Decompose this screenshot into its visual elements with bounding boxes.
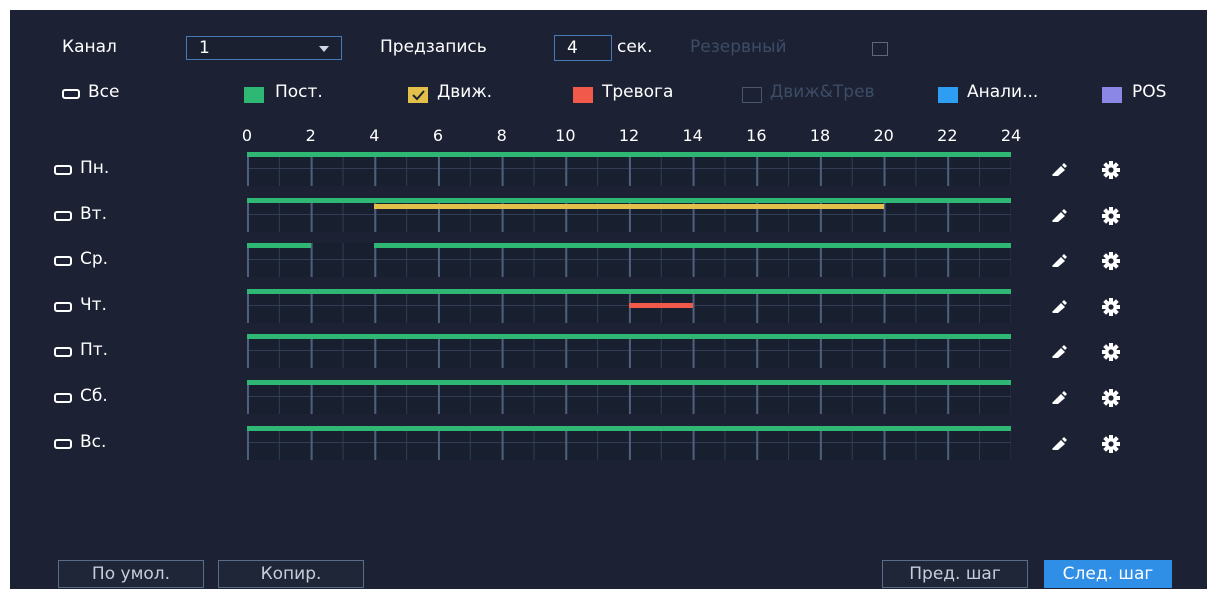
schedule-segment (247, 152, 1011, 157)
axis-tick-label: 24 (1000, 126, 1022, 145)
prev-step-button[interactable]: Пред. шаг (882, 560, 1028, 588)
day-timeline[interactable] (247, 380, 1011, 414)
day-label: Ср. (80, 249, 109, 269)
legend-swatch-motion-alarm[interactable] (742, 87, 762, 103)
prerecord-label: Предзапись (380, 37, 487, 57)
default-button[interactable]: По умол. (58, 560, 204, 588)
schedule-panel: Канал 1 Предзапись 4 сек. Резервный Все … (10, 10, 1207, 589)
day-label: Пн. (80, 158, 110, 178)
gear-icon[interactable] (1101, 251, 1121, 275)
select-all-checkbox[interactable] (62, 89, 80, 99)
day-timeline[interactable] (247, 334, 1011, 368)
axis-tick-label: 20 (873, 126, 894, 145)
chevron-down-icon (319, 46, 329, 52)
day-timeline[interactable] (247, 198, 1011, 232)
day-label: Сб. (80, 386, 108, 406)
legend-label-motion: Движ. (437, 82, 493, 102)
axis-tick-label: 0 (241, 126, 253, 145)
reserve-label: Резервный (690, 37, 787, 57)
axis-tick-label: 14 (682, 126, 703, 145)
prerecord-unit: сек. (617, 37, 653, 57)
axis-tick-label: 10 (555, 126, 576, 145)
axis-tick-label: 12 (618, 126, 640, 145)
reserve-checkbox[interactable] (872, 42, 888, 56)
legend-swatch-constant[interactable] (244, 87, 264, 103)
axis-tick-label: 6 (432, 126, 444, 145)
schedule-segment (374, 204, 884, 209)
eraser-icon[interactable] (1050, 390, 1068, 410)
eraser-icon[interactable] (1050, 344, 1068, 364)
next-step-button[interactable]: След. шаг (1044, 560, 1172, 588)
checkmark-icon (412, 90, 425, 101)
day-label: Пт. (80, 340, 109, 360)
legend-label-constant: Пост. (275, 82, 323, 102)
gear-icon[interactable] (1101, 297, 1121, 321)
axis-tick-label: 22 (937, 126, 958, 145)
axis-tick-label: 8 (496, 126, 507, 145)
day-label: Вс. (80, 432, 107, 452)
legend-swatch-alarm[interactable] (573, 87, 593, 103)
day-checkbox[interactable] (54, 211, 72, 221)
gear-icon[interactable] (1101, 160, 1121, 184)
schedule-segment (629, 303, 693, 308)
day-label: Вт. (80, 204, 107, 224)
schedule-segment (247, 198, 1011, 203)
day-label: Чт. (80, 295, 107, 315)
legend-swatch-pos[interactable] (1102, 87, 1122, 103)
schedule-segment (247, 380, 1011, 385)
schedule-segment (247, 243, 311, 248)
channel-select[interactable]: 1 (186, 36, 342, 60)
channel-select-value: 1 (199, 38, 210, 58)
legend-swatch-analytics[interactable] (938, 87, 958, 103)
legend-label-analytics: Анали... (967, 82, 1039, 102)
channel-label: Канал (62, 37, 117, 57)
axis-tick-label: 18 (809, 126, 831, 145)
schedule-segment (247, 334, 1011, 339)
day-timeline[interactable] (247, 243, 1011, 277)
prerecord-value: 4 (567, 38, 578, 58)
day-timeline[interactable] (247, 289, 1011, 323)
schedule-segment (247, 426, 1011, 431)
day-checkbox[interactable] (54, 439, 72, 449)
day-checkbox[interactable] (54, 347, 72, 357)
legend-label-alarm: Тревога (602, 82, 674, 102)
schedule-segment (374, 243, 1011, 248)
axis-tick-label: 4 (369, 126, 380, 145)
copy-button[interactable]: Копир. (218, 560, 364, 588)
gear-icon[interactable] (1101, 206, 1121, 230)
axis-tick-label: 2 (305, 126, 316, 145)
day-timeline[interactable] (247, 426, 1011, 460)
legend-label-pos: POS (1132, 82, 1167, 102)
eraser-icon[interactable] (1050, 436, 1068, 456)
eraser-icon[interactable] (1050, 208, 1068, 228)
day-timeline[interactable] (247, 152, 1011, 186)
gear-icon[interactable] (1101, 434, 1121, 458)
schedule-segment (247, 289, 1011, 294)
gear-icon[interactable] (1101, 342, 1121, 366)
select-all-label: Все (88, 82, 120, 102)
legend-swatch-motion[interactable] (408, 87, 428, 103)
day-checkbox[interactable] (54, 393, 72, 403)
gear-icon[interactable] (1101, 388, 1121, 412)
day-checkbox[interactable] (54, 256, 72, 266)
day-checkbox[interactable] (54, 165, 72, 175)
axis-tick-label: 16 (746, 126, 767, 145)
eraser-icon[interactable] (1050, 162, 1068, 182)
eraser-icon[interactable] (1050, 253, 1068, 273)
eraser-icon[interactable] (1050, 299, 1068, 319)
day-checkbox[interactable] (54, 302, 72, 312)
prerecord-input[interactable]: 4 (554, 35, 612, 61)
legend-label-motion-alarm: Движ&Трев (770, 82, 875, 102)
